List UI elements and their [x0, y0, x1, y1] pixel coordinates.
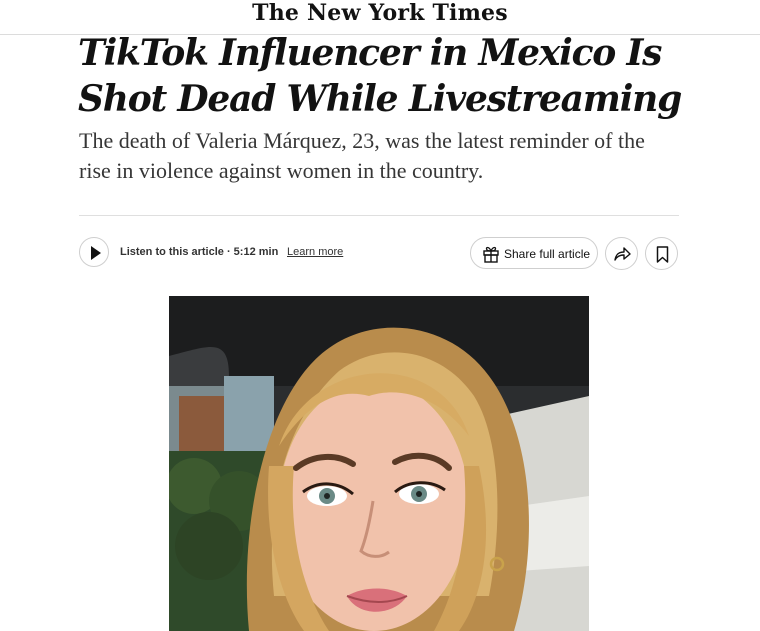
play-icon [91, 246, 101, 260]
share-arrow-icon [614, 247, 631, 261]
article-summary: The death of Valeria Márquez, 23, was th… [79, 128, 645, 183]
nyt-logo[interactable]: The New York Times [0, 0, 760, 26]
play-button[interactable] [79, 237, 109, 267]
bookmark-icon [656, 246, 669, 263]
divider [79, 215, 679, 216]
share-full-article-button[interactable]: Share full article [470, 237, 598, 269]
learn-more-link[interactable]: Learn more [287, 246, 343, 258]
article-headline: TikTok Influencer in Mexico Is Shot Dead… [78, 32, 682, 120]
article-photo [169, 296, 589, 631]
gift-icon [483, 246, 499, 263]
share-label: Share full article [504, 247, 591, 261]
listen-label: Listen to this article · 5:12 min [120, 246, 279, 258]
save-button[interactable] [645, 237, 678, 270]
share-button[interactable] [605, 237, 638, 270]
